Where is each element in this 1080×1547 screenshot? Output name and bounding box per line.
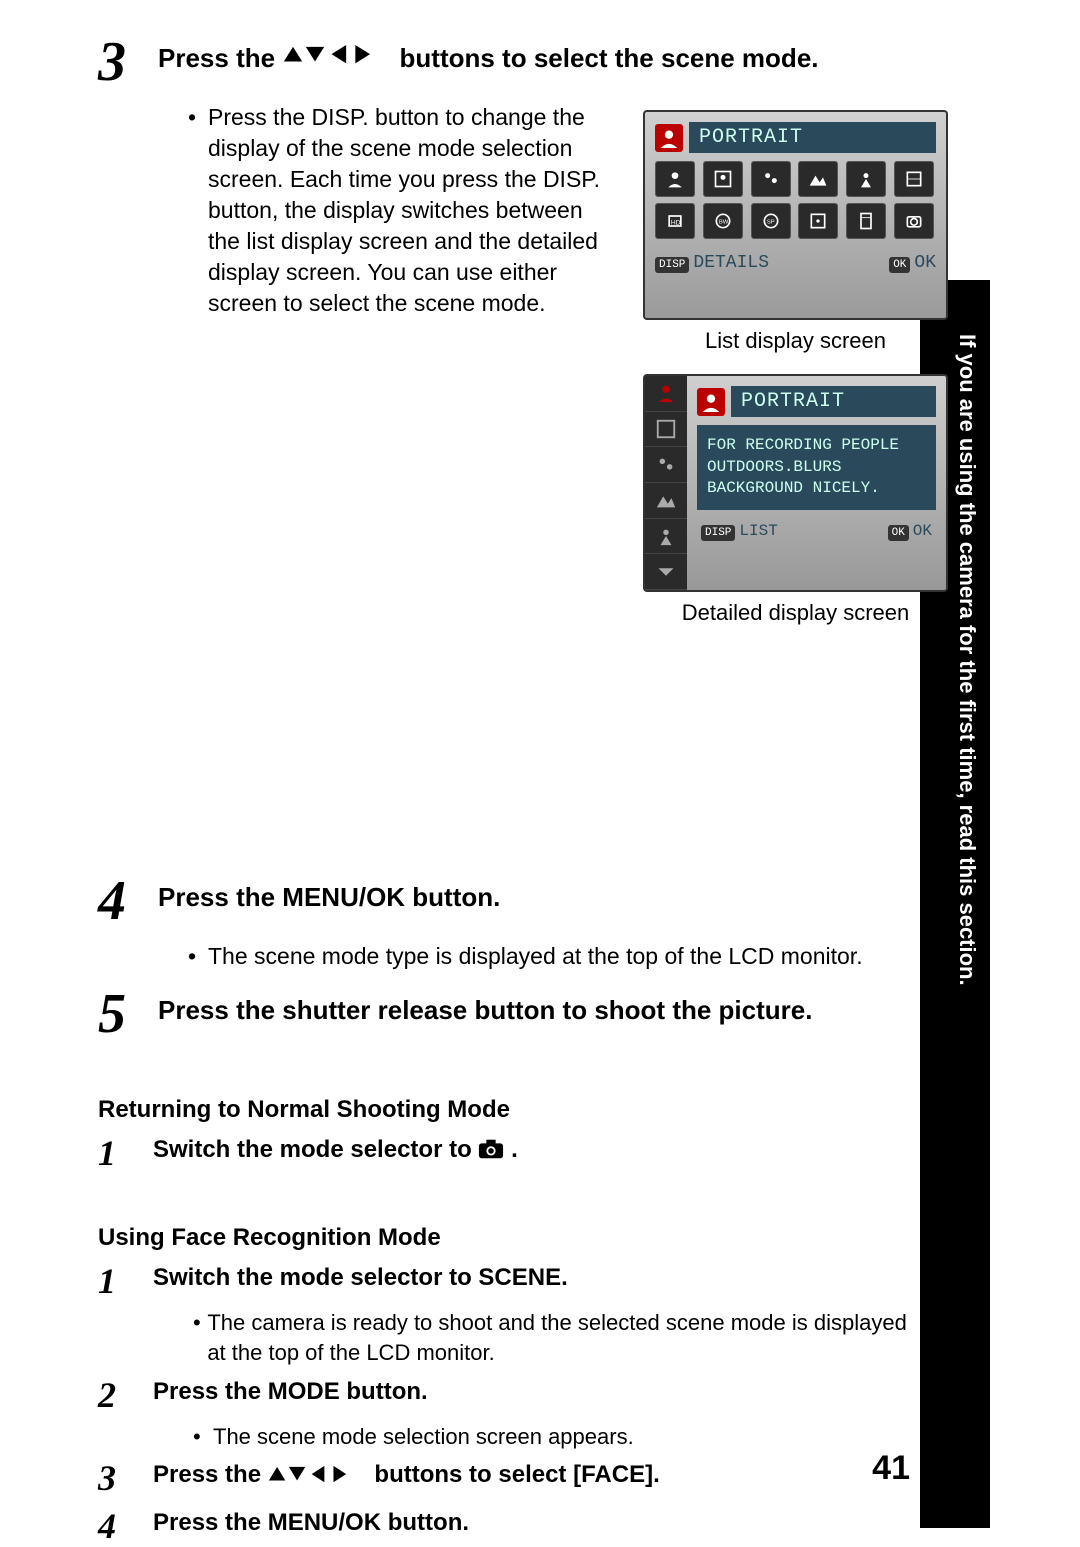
return1-a: Switch the mode selector to: [153, 1136, 478, 1163]
scene-icon: HD: [655, 203, 695, 239]
portrait-icon: [655, 124, 683, 152]
step-5: 5 Press the shutter release button to sh…: [98, 982, 918, 1046]
dpad-arrows-icon: [282, 43, 392, 78]
step-4: 4 Press the MENU/OK button.: [98, 869, 918, 933]
scene-icon: BW: [703, 203, 743, 239]
svg-text:HD: HD: [671, 219, 681, 226]
sidebar-icon: [645, 447, 687, 483]
scene-icon: [798, 203, 838, 239]
sidebar-scroll-icon: [645, 554, 687, 590]
dpad-arrows-icon: [268, 1461, 375, 1488]
scene-icon: [798, 161, 838, 197]
lcd2-ok: OK: [913, 522, 932, 540]
face2-title: Press the MODE button.: [153, 1374, 918, 1406]
sidebar-icon: [645, 519, 687, 555]
scene-icon-grid: HD BW SP: [655, 161, 936, 239]
scene-icon: [894, 161, 934, 197]
step3-bullet: • Press the DISP. button to change the d…: [188, 102, 618, 319]
step-3: 3 Press the buttons to select the scene …: [98, 30, 918, 94]
face-step-2: 2 Press the MODE button.: [98, 1374, 918, 1416]
sidebar-icon: [645, 483, 687, 519]
lcd1-ok: OK: [914, 253, 936, 273]
face-step-3: 3 Press the buttons to select [FACE].: [98, 1457, 918, 1499]
svg-text:SP: SP: [766, 220, 774, 226]
step-number-4: 4: [98, 869, 153, 933]
step4-title: Press the MENU/OK button.: [158, 869, 918, 915]
face-step-4: 4 Press the MENU/OK button.: [98, 1505, 918, 1547]
face-heading: Using Face Recognition Mode: [98, 1224, 918, 1252]
return-step-1: 1 Switch the mode selector to .: [98, 1132, 918, 1174]
face1-title: Switch the mode selector to SCENE.: [153, 1260, 918, 1292]
scene-icon: [846, 161, 886, 197]
lcd2-line1: FOR RECORDING PEOPLE: [707, 435, 926, 457]
scene-icon: SP: [751, 203, 791, 239]
lcd2-title: PORTRAIT: [731, 386, 936, 417]
lcd2-line3: BACKGROUND NICELY.: [707, 478, 926, 500]
sidebar-icon: [645, 376, 687, 412]
svg-text:BW: BW: [719, 220, 729, 226]
detailed-display-screen: PORTRAIT FOR RECORDING PEOPLE OUTDOORS.B…: [643, 374, 948, 592]
list-display-screen: PORTRAIT HD BW SP DISPDETAILS OKOK: [643, 110, 948, 320]
scene-icon: [751, 161, 791, 197]
lcd2-caption: Detailed display screen: [643, 600, 948, 626]
disp-badge: DISP: [701, 525, 735, 541]
step-number-3: 3: [98, 30, 153, 94]
scene-icon: [655, 161, 695, 197]
lcd1-details: DETAILS: [693, 253, 769, 273]
lcd2-line2: OUTDOORS.BLURS: [707, 457, 926, 479]
sidebar-icon: [645, 412, 687, 448]
return-heading: Returning to Normal Shooting Mode: [98, 1096, 918, 1124]
step4-bullet: • The scene mode type is displayed at th…: [188, 941, 918, 972]
scene-icon: [703, 161, 743, 197]
disp-badge: DISP: [655, 257, 689, 273]
step3-title-b: buttons to select the scene mode.: [400, 43, 819, 73]
lcd1-title: PORTRAIT: [689, 122, 936, 153]
ok-badge: OK: [888, 525, 909, 541]
face3-a: Press the: [153, 1461, 268, 1488]
scene-icon: [894, 203, 934, 239]
face1-bullet: • The camera is ready to shoot and the s…: [193, 1308, 918, 1367]
ok-badge: OK: [889, 257, 910, 273]
face4-title: Press the MENU/OK button.: [153, 1505, 918, 1537]
face3-b: buttons to select [FACE].: [374, 1461, 659, 1488]
face-step-1: 1 Switch the mode selector to SCENE.: [98, 1260, 918, 1302]
step5-title: Press the shutter release button to shoo…: [158, 982, 918, 1028]
step-number-5: 5: [98, 982, 153, 1046]
camera-icon: [478, 1136, 511, 1163]
lcd2-list: LIST: [739, 522, 777, 540]
return1-b: .: [511, 1136, 518, 1163]
portrait-icon: [697, 388, 725, 416]
step3-title-a: Press the: [158, 43, 282, 73]
scene-icon: [846, 203, 886, 239]
lcd1-caption: List display screen: [643, 328, 948, 354]
face2-bullet: • The scene mode selection screen appear…: [193, 1422, 918, 1452]
